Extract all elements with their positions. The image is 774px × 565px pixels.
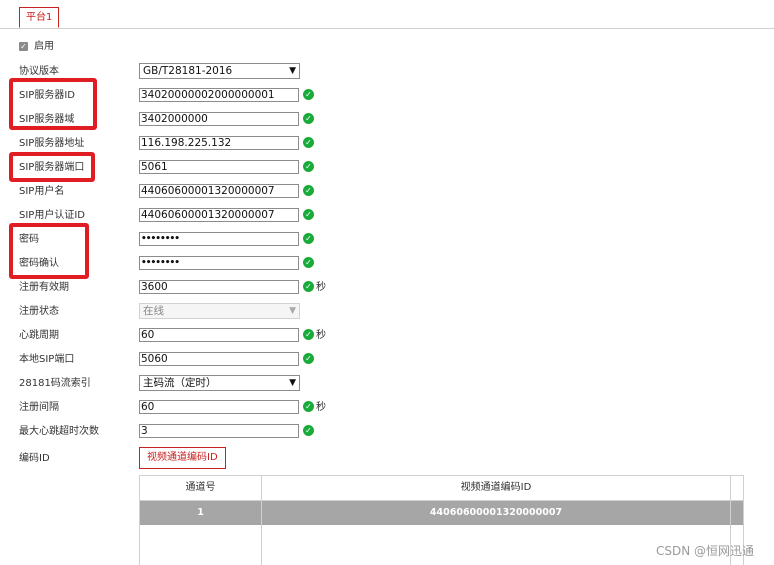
table-divider [261,476,262,565]
highlight-box-sip-server [9,78,97,130]
check-circle-icon: ✓ [303,113,314,124]
check-circle-icon: ✓ [303,329,314,340]
encoding-id-table: 通道号 视频通道编码ID 1 44060600001320000007 [139,475,744,565]
check-circle-icon: ✓ [303,425,314,436]
sip-auth-id-label: SIP用户认证ID [19,210,85,221]
table-cell-scroll-gap [731,501,743,525]
registration-validity-label: 注册有效期 [19,282,69,293]
stream-index-select[interactable]: 主码流（定时） ▼ [139,375,300,391]
heartbeat-period-label: 心跳周期 [19,330,59,341]
registration-status-select: 在线 ▼ [139,303,300,319]
chevron-down-icon: ▼ [289,66,296,76]
form-row-stream-index: 28181码流索引 主码流（定时） ▼ [0,374,774,394]
form-row-max-heartbeat-timeouts: 最大心跳超时次数 3 ✓ [0,422,774,442]
check-circle-icon: ✓ [303,233,314,244]
table-header-scroll-gap [731,476,743,501]
check-circle-icon: ✓ [303,281,314,292]
sip-server-address-label: SIP服务器地址 [19,138,85,149]
local-sip-port-input[interactable]: 5060 [139,352,299,366]
stream-index-value: 主码流（定时） [143,377,217,389]
seconds-unit: 秒 [316,402,326,413]
protocol-version-select[interactable]: GB/T28181-2016 ▼ [139,63,300,79]
registration-status-value: 在线 [143,305,164,317]
watermark: CSDN @恒网迅通 [656,544,755,558]
check-circle-icon: ✓ [303,185,314,196]
check-circle-icon: ✓ [303,209,314,220]
local-sip-port-label: 本地SIP端口 [19,354,75,365]
form-row-sip-server-domain: SIP服务器域 3402000000 ✓ [0,110,774,130]
sip-auth-id-input[interactable]: 44060600001320000007 [139,208,299,222]
form-row-sip-server-id: SIP服务器ID 34020000002000000001 ✓ [0,86,774,106]
check-circle-icon: ✓ [303,257,314,268]
form-row-registration-interval: 注册间隔 60 ✓ 秒 [0,398,774,418]
form-row-sip-username: SIP用户名 44060600001320000007 ✓ [0,182,774,202]
form-row-registration-status: 注册状态 在线 ▼ [0,302,774,322]
highlight-box-password [9,223,89,279]
form-row-password: 密码 •••••••• ✓ [0,230,774,250]
heartbeat-period-input[interactable]: 60 [139,328,299,342]
sip-username-label: SIP用户名 [19,186,65,197]
sip-server-domain-input[interactable]: 3402000000 [139,112,299,126]
registration-status-label: 注册状态 [19,306,59,317]
sip-username-input[interactable]: 44060600001320000007 [139,184,299,198]
table-cell-encoding-id[interactable]: 44060600001320000007 [262,501,730,525]
max-heartbeat-timeouts-label: 最大心跳超时次数 [19,426,99,437]
form-row-password-confirm: 密码确认 •••••••• ✓ [0,254,774,274]
protocol-version-label: 协议版本 [19,66,59,77]
sip-server-id-input[interactable]: 34020000002000000001 [139,88,299,102]
seconds-unit: 秒 [316,330,326,341]
registration-interval-label: 注册间隔 [19,402,59,413]
max-heartbeat-timeouts-input[interactable]: 3 [139,424,299,438]
sip-server-port-input[interactable]: 5061 [139,160,299,174]
chevron-down-icon: ▼ [289,306,296,316]
chevron-down-icon: ▼ [289,378,296,388]
password-input[interactable]: •••••••• [139,232,299,246]
tab-platform-1[interactable]: 平台1 [19,7,60,28]
check-circle-icon: ✓ [303,161,314,172]
seconds-unit: 秒 [316,282,326,293]
table-cell-channel[interactable]: 1 [140,501,261,525]
form-row-sip-server-port: SIP服务器端口 5061 ✓ [0,158,774,178]
stream-index-label: 28181码流索引 [19,378,91,389]
sip-server-address-input[interactable]: 116.198.225.132 [139,136,299,150]
form-row-sip-auth-id: SIP用户认证ID 44060600001320000007 ✓ [0,206,774,226]
check-circle-icon: ✓ [303,401,314,412]
checkbox-checked-icon[interactable]: ✓ [19,42,28,51]
check-circle-icon: ✓ [303,353,314,364]
table-header-encoding-id: 视频通道编码ID [262,476,730,501]
registration-validity-input[interactable]: 3600 [139,280,299,294]
check-circle-icon: ✓ [303,137,314,148]
video-channel-encoding-id-button[interactable]: 视频通道编码ID [139,447,226,469]
encoding-id-label: 编码ID [19,453,50,464]
form-row-sip-server-address: SIP服务器地址 116.198.225.132 ✓ [0,134,774,154]
enable-label: 启用 [34,41,54,52]
registration-interval-input[interactable]: 60 [139,400,299,414]
form-row-registration-validity: 注册有效期 3600 ✓ 秒 [0,278,774,298]
check-circle-icon: ✓ [303,89,314,100]
highlight-box-sip-port [9,152,95,182]
protocol-version-value: GB/T28181-2016 [143,65,233,77]
password-confirm-input[interactable]: •••••••• [139,256,299,270]
form-row-protocol-version: 协议版本 GB/T28181-2016 ▼ [0,62,774,82]
form-row-local-sip-port: 本地SIP端口 5060 ✓ [0,350,774,370]
tab-bar: 平台1 [0,0,774,29]
form-row-heartbeat-period: 心跳周期 60 ✓ 秒 [0,326,774,346]
table-header-channel: 通道号 [140,476,261,501]
